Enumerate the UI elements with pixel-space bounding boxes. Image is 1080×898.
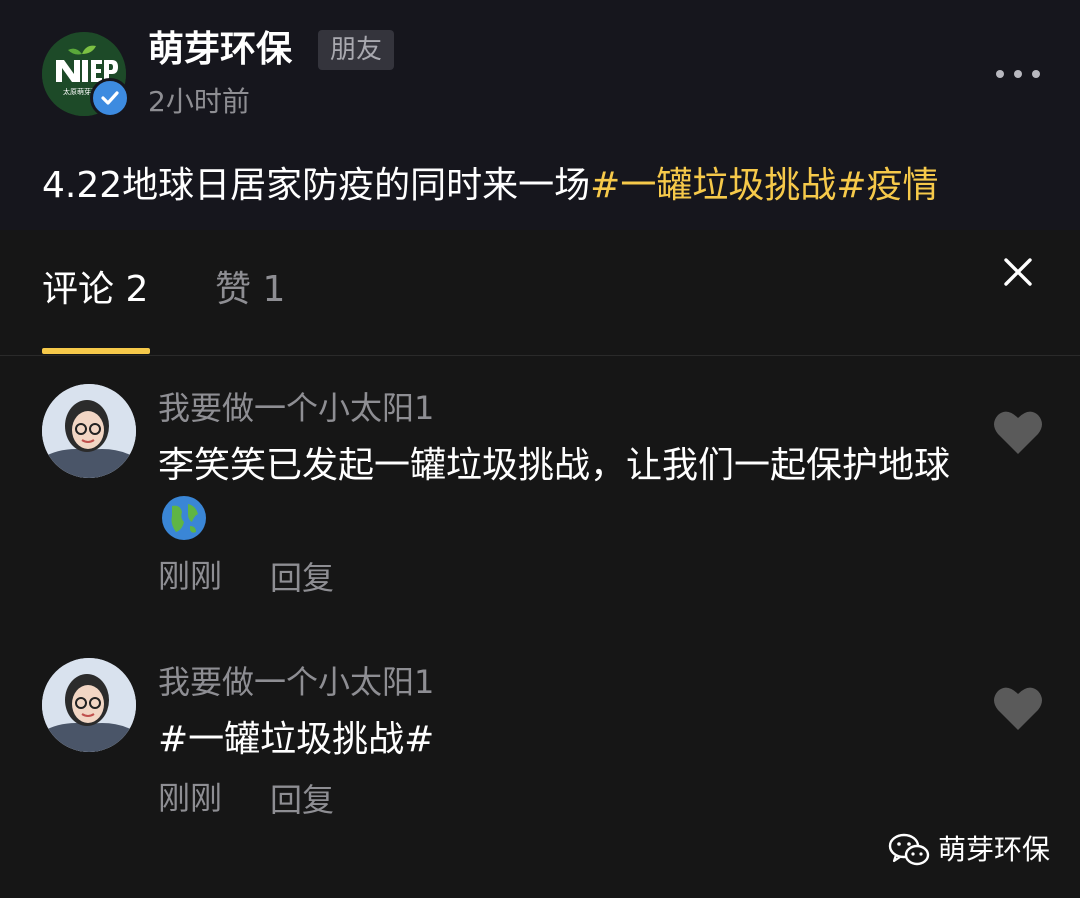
watermark-text: 萌芽环保 [938,833,1051,866]
comment-timestamp: 刚刚 [158,779,223,817]
reply-button[interactable]: 回复 [270,780,334,820]
more-dot-icon [1032,70,1040,78]
wechat-icon [888,833,930,866]
post-card: 太原萌芽环保 萌芽环保 朋友 2小时前 4.22地球日居家防疫的同时来一场#一罐… [0,0,1080,230]
comment-text: 李笑笑已发起一罐垃圾挑战，让我们一起保护地球 [158,438,958,559]
tab-comments[interactable]: 评论 2 [42,268,148,312]
earth-globe-icon [160,494,208,559]
heart-icon[interactable] [992,408,1044,456]
close-icon[interactable] [998,252,1038,292]
reply-button[interactable]: 回复 [270,558,334,598]
post-hashtags[interactable]: #一罐垃圾挑战#疫情 [590,165,938,206]
friend-badge: 朋友 [318,30,395,70]
heart-icon[interactable] [992,684,1044,732]
comment-timestamp: 刚刚 [158,557,223,595]
post-caption-text: 4.22地球日居家防疫的同时来一场 [42,165,591,206]
post-author-name[interactable]: 萌芽环保 [148,30,292,70]
commenter-name[interactable]: 我要做一个小太阳1 [158,662,434,702]
comment-text-content: 李笑笑已发起一罐垃圾挑战，让我们一起保护地球 [158,445,951,486]
comment-screen: 太原萌芽环保 萌芽环保 朋友 2小时前 4.22地球日居家防疫的同时来一场#一罐… [0,0,1080,898]
tab-likes[interactable]: 赞 1 [215,268,285,312]
verified-badge-icon [90,78,130,118]
post-caption: 4.22地球日居家防疫的同时来一场#一罐垃圾挑战#疫情 [42,164,939,208]
more-dot-icon [1014,70,1022,78]
active-tab-indicator [42,348,150,354]
tab-divider [0,355,1080,356]
commenter-avatar[interactable] [42,384,136,478]
more-options-button[interactable] [996,60,1040,88]
commenter-avatar[interactable] [42,658,136,752]
wechat-watermark: 萌芽环保 [888,828,1050,872]
commenter-name[interactable]: 我要做一个小太阳1 [158,388,434,428]
more-dot-icon [996,70,1004,78]
comment-text: #一罐垃圾挑战# [158,719,435,760]
post-timestamp: 2小时前 [148,85,250,118]
